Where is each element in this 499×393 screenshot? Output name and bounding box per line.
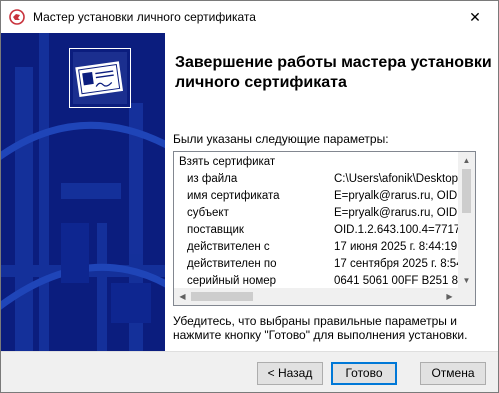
vertical-scrollbar[interactable]: ▲ ▼ [458,152,475,289]
vertical-scroll-thumb[interactable] [462,169,471,213]
scroll-right-arrow-icon[interactable]: ▶ [441,288,458,305]
finish-button[interactable]: Готово [331,362,397,385]
param-name: субъект [187,207,229,219]
param-value: 17 сентября 2025 г. 8:54 [334,258,458,270]
list-item[interactable]: субъект E=pryalk@rarus.ru, OID.1. [174,205,458,222]
params-rows: Взять сертификат из файла C:\Users\afoni… [174,152,458,289]
back-button[interactable]: < Назад [257,362,323,385]
list-item[interactable]: из файла C:\Users\afonik\Desktop\ [174,171,458,188]
param-name: имя сертификата [187,190,280,202]
horizontal-scroll-thumb[interactable] [191,292,253,301]
group-label: Взять сертификат [179,156,276,168]
certificate-icon [69,48,131,108]
param-value: 0641 5061 00FF B251 824 [334,275,458,287]
wizard-banner [1,33,165,351]
param-name: действителен по [187,258,277,270]
params-label: Были указаны следующие параметры: [173,132,389,146]
param-value: E=pryalk@rarus.ru, OID.1. [334,190,458,202]
param-name: из файла [187,173,238,185]
scroll-down-arrow-icon[interactable]: ▼ [458,272,475,289]
crypto-pro-icon [9,9,25,25]
param-value: C:\Users\afonik\Desktop\ [334,173,458,185]
cancel-button[interactable]: Отмена [420,362,486,385]
scroll-up-arrow-icon[interactable]: ▲ [458,152,475,169]
list-item[interactable]: Взять сертификат [174,154,458,171]
instruction-text: Убедитесь, что выбраны правильные параме… [173,314,468,342]
window-title: Мастер установки личного сертификата [33,10,256,24]
param-value: OID.1.2.643.100.4=77171 [334,224,458,236]
scrollbar-corner [458,288,475,305]
wizard-window: Мастер установки личного сертификата ✕ З… [0,0,499,393]
list-item[interactable]: действителен по 17 сентября 2025 г. 8:54 [174,256,458,273]
wizard-content: Завершение работы мастера установки личн… [165,33,498,351]
param-value: 17 июня 2025 г. 8:44:19 [334,241,458,253]
page-title: Завершение работы мастера установки личн… [175,54,492,91]
close-button[interactable]: ✕ [452,1,498,33]
param-value: E=pryalk@rarus.ru, OID.1. [334,207,458,219]
button-bar: < Назад Готово Отмена [1,351,498,392]
list-item[interactable]: имя сертификата E=pryalk@rarus.ru, OID.1… [174,188,458,205]
close-icon: ✕ [469,8,481,25]
param-name: поставщик [187,224,244,236]
list-item[interactable]: поставщик OID.1.2.643.100.4=77171 [174,222,458,239]
param-name: серийный номер [187,275,277,287]
horizontal-scrollbar[interactable]: ◀ ▶ [174,288,475,305]
param-name: действителен с [187,241,270,253]
title-bar[interactable]: Мастер установки личного сертификата ✕ [1,1,498,33]
params-list[interactable]: Взять сертификат из файла C:\Users\afoni… [173,151,476,306]
list-item[interactable]: серийный номер 0641 5061 00FF B251 824 [174,273,458,289]
list-item[interactable]: действителен с 17 июня 2025 г. 8:44:19 [174,239,458,256]
scroll-left-arrow-icon[interactable]: ◀ [174,288,191,305]
